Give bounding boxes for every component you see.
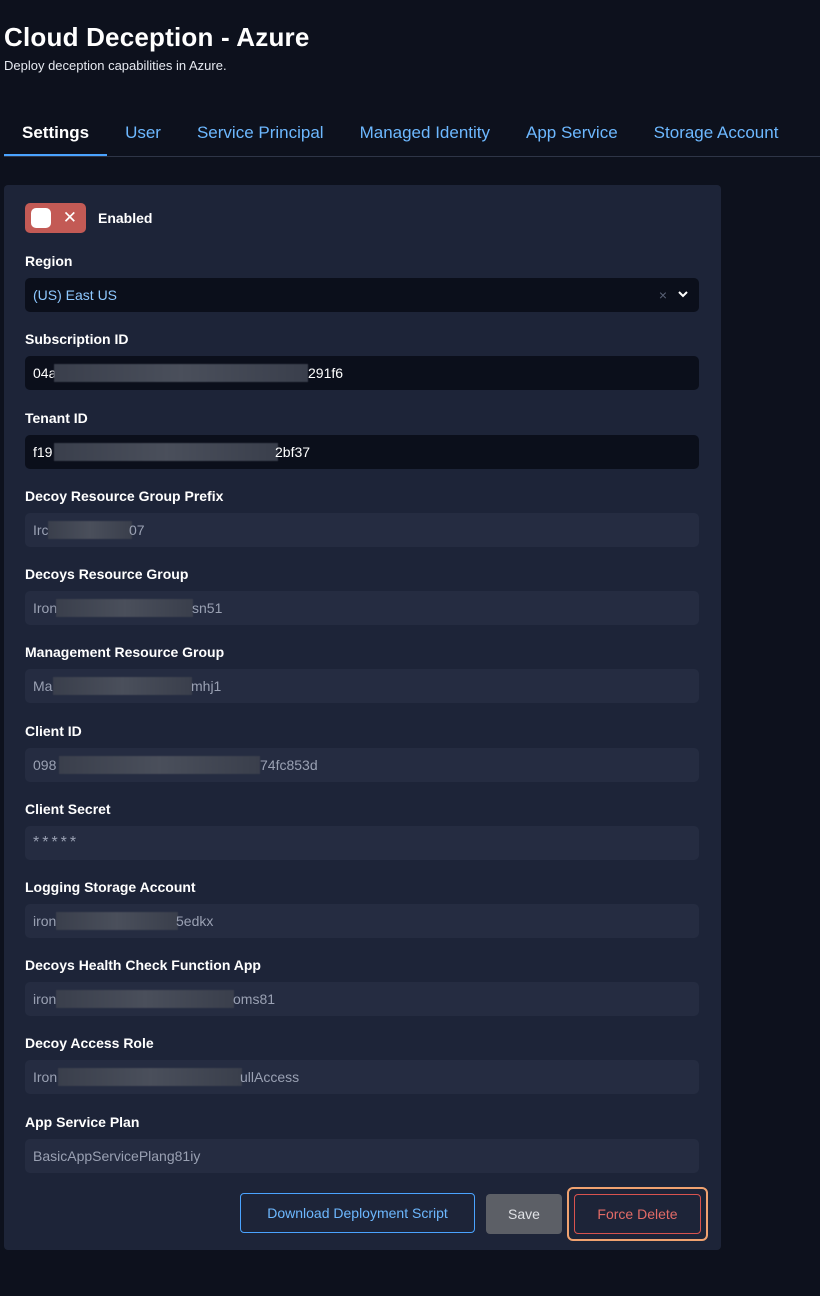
decoy-access-role-field: Decoy Access Role Iron ullAccess: [25, 1034, 699, 1094]
client-id-label: Client ID: [25, 723, 82, 739]
decoys-rg-field: Decoys Resource Group Iron sn51: [25, 565, 699, 625]
tenant-id-field: Tenant ID f19 2bf37: [25, 409, 699, 469]
tenant-id-input[interactable]: f19 2bf37: [25, 435, 699, 469]
health-check-app-label: Decoys Health Check Function App: [25, 957, 261, 973]
clear-icon[interactable]: ×: [659, 278, 667, 312]
tab-service-principal[interactable]: Service Principal: [179, 110, 342, 156]
redaction: [58, 1068, 242, 1086]
logging-storage-label: Logging Storage Account: [25, 879, 196, 895]
page-header: Cloud Deception - Azure Deploy deception…: [4, 20, 310, 73]
decoy-rg-prefix-input[interactable]: Irc 07: [25, 513, 699, 547]
decoy-rg-prefix-field: Decoy Resource Group Prefix Irc 07: [25, 487, 699, 547]
enabled-toggle[interactable]: ✕: [25, 203, 86, 233]
force-delete-button[interactable]: Force Delete: [574, 1194, 701, 1234]
save-button[interactable]: Save: [486, 1194, 562, 1234]
tab-app-service[interactable]: App Service: [508, 110, 636, 156]
value-suffix: 5edkx: [176, 913, 214, 929]
app-service-plan-input[interactable]: BasicAppServicePlang81iy: [25, 1139, 699, 1173]
value-prefix: iron: [33, 991, 57, 1007]
focus-ring: Force Delete: [567, 1187, 708, 1241]
region-select[interactable]: (US) East US ×: [25, 278, 699, 312]
value-prefix: Iron: [33, 600, 58, 616]
decoys-rg-input[interactable]: Iron sn51: [25, 591, 699, 625]
redaction: [56, 990, 234, 1008]
client-id-input[interactable]: 098 74fc853d: [25, 748, 699, 782]
tab-managed-identity[interactable]: Managed Identity: [342, 110, 508, 156]
value-prefix: f19: [33, 444, 53, 460]
page-subtitle: Deploy deception capabilities in Azure.: [4, 58, 227, 73]
decoys-rg-label: Decoys Resource Group: [25, 566, 189, 582]
health-check-app-input[interactable]: iron oms81: [25, 982, 699, 1016]
value-suffix: 2bf37: [275, 444, 311, 460]
value-prefix: 04a: [33, 365, 57, 381]
app-service-plan-field: App Service Plan BasicAppServicePlang81i…: [25, 1113, 699, 1173]
value-suffix: mhj1: [191, 678, 222, 694]
client-secret-field: Client Secret *****: [25, 800, 699, 860]
value-prefix: Irc: [33, 522, 49, 538]
page-title: Cloud Deception - Azure: [4, 22, 310, 52]
region-value: (US) East US: [33, 287, 118, 303]
logging-storage-field: Logging Storage Account iron 5edkx: [25, 878, 699, 938]
enabled-label: Enabled: [98, 210, 153, 226]
redaction: [54, 443, 278, 461]
tab-settings[interactable]: Settings: [4, 110, 108, 156]
tab-bar: Settings User Service Principal Managed …: [4, 110, 820, 157]
value-prefix: Ma: [33, 678, 53, 694]
redaction: [56, 912, 178, 930]
enabled-toggle-row: ✕ Enabled: [25, 203, 152, 233]
redaction: [54, 364, 308, 382]
action-bar: Download Deployment Script Save Force De…: [4, 1187, 721, 1241]
tenant-id-label: Tenant ID: [25, 410, 88, 426]
region-label: Region: [25, 253, 73, 269]
region-field: Region (US) East US ×: [25, 252, 699, 312]
decoy-access-role-label: Decoy Access Role: [25, 1035, 154, 1051]
health-check-app-field: Decoys Health Check Function App iron oms…: [25, 956, 699, 1016]
value-suffix: 74fc853d: [260, 757, 318, 773]
management-rg-field: Management Resource Group Ma mhj1: [25, 643, 699, 703]
redaction: [56, 599, 193, 617]
redaction: [59, 756, 260, 774]
redaction: [48, 521, 132, 539]
management-rg-input[interactable]: Ma mhj1: [25, 669, 699, 703]
chevron-down-icon[interactable]: [677, 278, 689, 312]
logging-storage-input[interactable]: iron 5edkx: [25, 904, 699, 938]
client-secret-label: Client Secret: [25, 801, 111, 817]
settings-panel: ✕ Enabled Region (US) East US × Subscrip…: [4, 185, 721, 1250]
redaction: [53, 677, 192, 695]
client-id-field: Client ID 098 74fc853d: [25, 722, 699, 782]
tab-storage-account[interactable]: Storage Account: [636, 110, 797, 156]
subscription-id-label: Subscription ID: [25, 331, 129, 347]
decoy-access-role-input[interactable]: Iron ullAccess: [25, 1060, 699, 1094]
value-suffix: ullAccess: [240, 1069, 300, 1085]
value-suffix: oms81: [233, 991, 276, 1007]
value-suffix: sn51: [192, 600, 223, 616]
close-icon: ✕: [62, 208, 77, 227]
value-suffix: 291f6: [308, 365, 344, 381]
app-service-plan-label: App Service Plan: [25, 1114, 140, 1130]
download-deployment-script-button[interactable]: Download Deployment Script: [240, 1193, 475, 1233]
subscription-id-input[interactable]: 04a 291f6: [25, 356, 699, 390]
value-prefix: Iron: [33, 1069, 58, 1085]
management-rg-label: Management Resource Group: [25, 644, 225, 660]
decoy-rg-prefix-label: Decoy Resource Group Prefix: [25, 488, 224, 504]
value-prefix: iron: [33, 913, 57, 929]
value-prefix: 098: [33, 757, 57, 773]
toggle-knob: [31, 208, 51, 228]
tab-user[interactable]: User: [107, 110, 179, 156]
client-secret-input[interactable]: *****: [25, 826, 699, 860]
value-suffix: 07: [129, 522, 145, 538]
subscription-id-field: Subscription ID 04a 291f6: [25, 330, 699, 390]
